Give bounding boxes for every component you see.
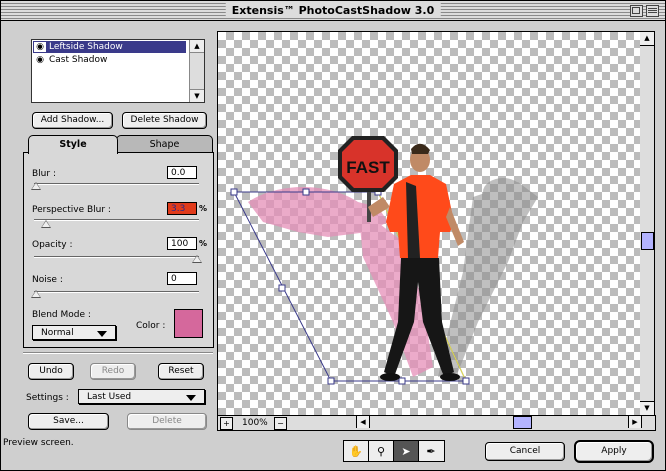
noise-field[interactable]: 0 bbox=[167, 272, 197, 285]
scroll-down-arrow-icon[interactable]: ▼ bbox=[640, 401, 654, 415]
opacity-slider-track[interactable] bbox=[34, 256, 199, 258]
color-label: Color : bbox=[136, 321, 166, 331]
hand-tool-icon[interactable]: ✋ bbox=[344, 441, 369, 461]
save-settings-button[interactable]: Save... bbox=[28, 413, 109, 430]
cast-shadow-shape bbox=[438, 178, 538, 377]
undo-button[interactable]: Undo bbox=[28, 363, 74, 380]
eyedropper-tool-icon[interactable]: ✒ bbox=[419, 441, 443, 461]
tab-style[interactable]: Style bbox=[28, 135, 118, 154]
zoom-tool-icon[interactable]: ⚲ bbox=[369, 441, 394, 461]
preview-image: FAST bbox=[230, 136, 538, 385]
shadow-list-item-cast[interactable]: ◉ Cast Shadow bbox=[33, 54, 186, 66]
scroll-thumb[interactable] bbox=[641, 232, 654, 250]
opacity-label: Opacity : bbox=[32, 240, 73, 250]
scroll-up-arrow-icon[interactable]: ▲ bbox=[190, 40, 204, 53]
tab-shape[interactable]: Shape bbox=[116, 135, 213, 153]
blend-mode-label: Blend Mode : bbox=[32, 310, 91, 320]
eye-visibility-icon[interactable]: ◉ bbox=[34, 42, 46, 52]
canvas-bottom-bar: + 100% − ◀ ▶ bbox=[217, 415, 656, 431]
add-shadow-button[interactable]: Add Shadow... bbox=[32, 112, 113, 129]
resize-grip-icon[interactable] bbox=[641, 416, 655, 428]
zoom-level: 100% bbox=[242, 418, 268, 428]
opacity-unit: % bbox=[199, 239, 208, 248]
zoom-in-icon[interactable]: + bbox=[220, 417, 233, 430]
divider bbox=[23, 352, 213, 354]
collapse-box-icon[interactable] bbox=[646, 5, 659, 17]
shadow-list[interactable]: ◉ Leftside Shadow ◉ Cast Shadow ▲ ▼ bbox=[31, 39, 205, 103]
scroll-down-arrow-icon[interactable]: ▼ bbox=[190, 89, 204, 102]
cancel-button[interactable]: Cancel bbox=[485, 442, 565, 461]
scroll-right-arrow-icon[interactable]: ▶ bbox=[628, 416, 641, 428]
canvas-horizontal-scrollbar[interactable]: ◀ ▶ bbox=[356, 416, 641, 429]
scroll-left-arrow-icon[interactable]: ◀ bbox=[357, 416, 370, 428]
chevron-down-icon bbox=[97, 331, 107, 337]
settings-select[interactable]: Last Used bbox=[78, 389, 205, 404]
settings-value: Last Used bbox=[87, 392, 132, 402]
zoom-out-icon[interactable]: − bbox=[274, 417, 287, 430]
settings-label: Settings : bbox=[26, 393, 69, 403]
sign-label: FAST bbox=[346, 158, 390, 177]
move-tool-icon[interactable]: ➤ bbox=[394, 441, 419, 461]
blur-slider-track[interactable] bbox=[34, 183, 199, 185]
apply-button[interactable]: Apply bbox=[574, 440, 654, 463]
plugin-window: Extensis™ PhotoCastShadow 3.0 ◉ Leftside… bbox=[0, 0, 666, 471]
shadow-list-item-leftside[interactable]: ◉ Leftside Shadow bbox=[33, 41, 186, 53]
shadow-name: Leftside Shadow bbox=[49, 42, 123, 52]
delete-settings-button[interactable]: Delete bbox=[127, 413, 207, 430]
title-bar[interactable]: Extensis™ PhotoCastShadow 3.0 bbox=[1, 1, 665, 21]
shadow-list-scrollbar[interactable]: ▲ ▼ bbox=[189, 40, 204, 102]
preview-canvas[interactable]: FAST bbox=[217, 31, 641, 416]
perspective-blur-field[interactable]: 3.3 bbox=[167, 202, 197, 215]
delete-shadow-button[interactable]: Delete Shadow bbox=[122, 112, 207, 129]
perspective-blur-slider-track[interactable] bbox=[34, 219, 199, 221]
shadow-color-swatch[interactable] bbox=[174, 309, 203, 338]
perspective-blur-label: Perspective Blur : bbox=[32, 205, 111, 215]
blur-slider-thumb[interactable] bbox=[31, 182, 41, 190]
window-title: Extensis™ PhotoCastShadow 3.0 bbox=[225, 3, 441, 18]
blur-label: Blur : bbox=[32, 169, 56, 179]
zoom-box-icon[interactable] bbox=[630, 5, 643, 17]
perspective-blur-unit: % bbox=[199, 204, 208, 213]
tool-palette: ✋ ⚲ ➤ ✒ bbox=[343, 440, 445, 462]
perspective-blur-slider-thumb[interactable] bbox=[41, 220, 51, 228]
shadow-name: Cast Shadow bbox=[49, 55, 108, 65]
canvas-vertical-scrollbar[interactable]: ▲ ▼ bbox=[640, 31, 655, 416]
eye-visibility-icon[interactable]: ◉ bbox=[34, 55, 46, 65]
opacity-slider-thumb[interactable] bbox=[192, 255, 202, 263]
chevron-down-icon bbox=[186, 395, 196, 401]
noise-slider-track[interactable] bbox=[34, 291, 199, 293]
blur-field[interactable]: 0.0 bbox=[167, 166, 197, 179]
status-text: Preview screen. bbox=[3, 438, 74, 448]
noise-slider-thumb[interactable] bbox=[31, 290, 41, 298]
reset-button[interactable]: Reset bbox=[158, 363, 204, 380]
opacity-field[interactable]: 100 bbox=[167, 237, 197, 250]
blend-mode-select[interactable]: Normal bbox=[32, 325, 116, 340]
scroll-up-arrow-icon[interactable]: ▲ bbox=[640, 32, 654, 46]
noise-label: Noise : bbox=[32, 275, 63, 285]
scroll-thumb[interactable] bbox=[513, 416, 532, 429]
blend-mode-value: Normal bbox=[41, 328, 74, 338]
redo-button[interactable]: Redo bbox=[90, 363, 136, 380]
